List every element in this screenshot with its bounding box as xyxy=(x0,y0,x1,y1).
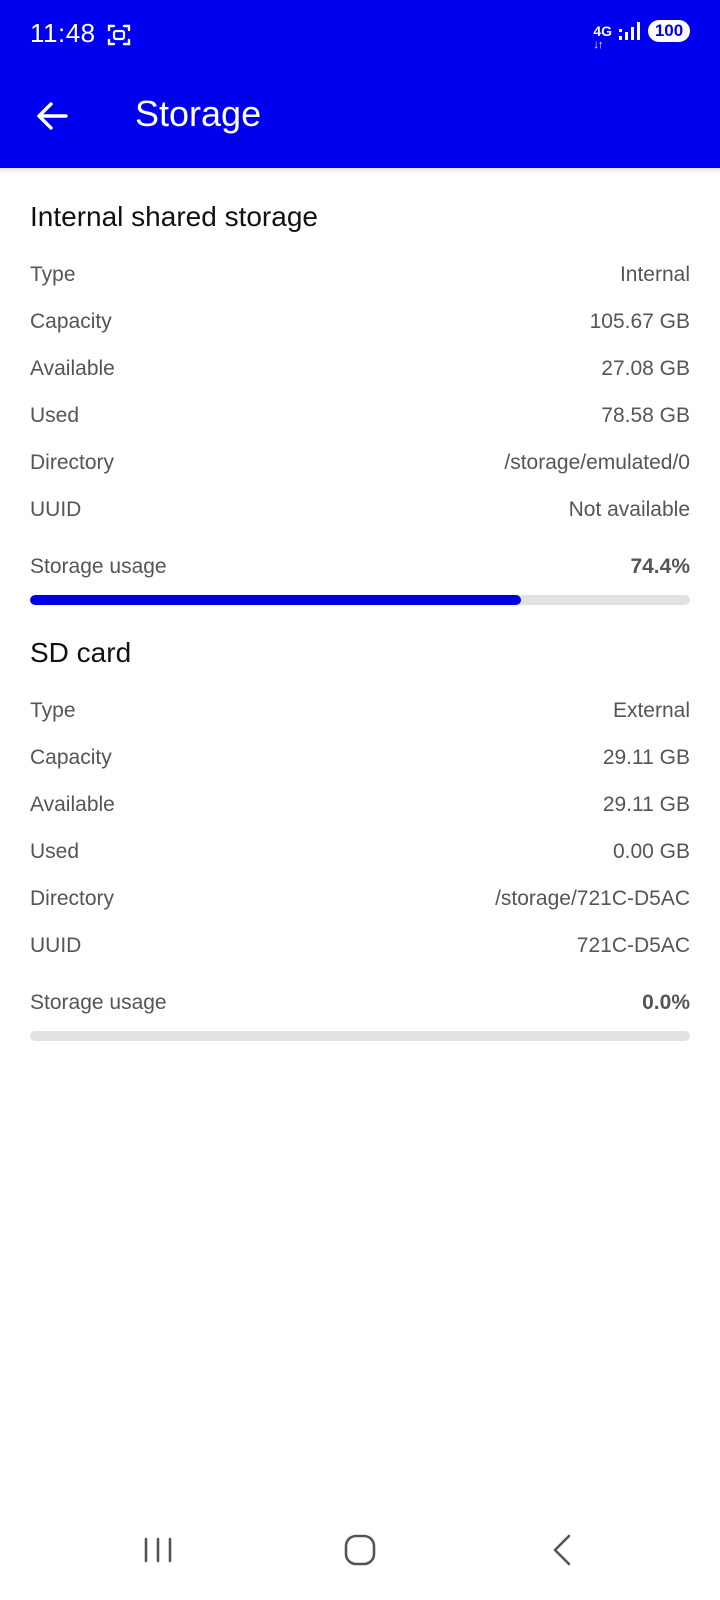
detail-row-type: Type Internal xyxy=(30,251,690,298)
row-label: Used xyxy=(30,403,80,427)
internal-storage-section: Internal shared storage Type Internal Ca… xyxy=(30,189,690,605)
detail-row-used: Used 0.00 GB xyxy=(30,828,690,875)
detail-row-uuid: UUID Not available xyxy=(30,486,690,533)
row-value: External xyxy=(612,698,690,722)
row-value: /storage/emulated/0 xyxy=(504,450,690,474)
toolbar-shadow xyxy=(0,168,720,174)
row-label: Type xyxy=(30,262,76,286)
row-value: Internal xyxy=(619,262,690,286)
usage-label: Storage usage xyxy=(30,555,167,578)
page-title: Storage xyxy=(135,93,262,134)
row-value: 78.58 GB xyxy=(601,403,690,427)
storage-details: Type Internal Capacity 105.67 GB Availab… xyxy=(30,251,690,533)
network-type: 4G ↓↑ xyxy=(593,23,612,51)
row-label: Available xyxy=(30,792,115,816)
row-label: Used xyxy=(30,839,80,863)
detail-row-capacity: Capacity 29.11 GB xyxy=(30,734,690,781)
home-button[interactable] xyxy=(330,1522,390,1578)
sd-card-section: SD card Type External Capacity 29.11 GB … xyxy=(30,625,690,1041)
row-value: 27.08 GB xyxy=(601,356,690,380)
back-chevron-icon xyxy=(553,1534,571,1566)
storage-details: Type External Capacity 29.11 GB Availabl… xyxy=(30,687,690,969)
recents-button[interactable] xyxy=(128,1522,188,1578)
row-value: Not available xyxy=(568,497,690,521)
row-label: Capacity xyxy=(30,745,112,769)
network-type-label: 4G xyxy=(593,23,612,39)
section-title: Internal shared storage xyxy=(30,201,318,232)
status-time: 11:48 xyxy=(30,18,96,48)
nav-back-button[interactable] xyxy=(532,1522,592,1578)
screenshot-icon xyxy=(107,24,131,46)
row-label: Capacity xyxy=(30,309,112,333)
usage-label: Storage usage xyxy=(30,991,167,1014)
row-label: Directory xyxy=(30,886,115,910)
storage-usage-row: Storage usage 74.4% xyxy=(30,547,690,587)
recents-icon xyxy=(144,1537,172,1563)
data-arrows-icon: ↓↑ xyxy=(593,39,603,51)
storage-usage-row: Storage usage 0.0% xyxy=(30,983,690,1023)
row-value: 721C-D5AC xyxy=(576,933,690,957)
storage-usage-bar xyxy=(30,1031,690,1041)
status-icons: 4G ↓↑ 100 xyxy=(593,20,690,51)
detail-row-capacity: Capacity 105.67 GB xyxy=(30,298,690,345)
system-nav-bar xyxy=(0,1500,720,1600)
row-value: 105.67 GB xyxy=(589,309,690,333)
detail-row-available: Available 29.11 GB xyxy=(30,781,690,828)
row-label: Available xyxy=(30,356,115,380)
row-label: Type xyxy=(30,698,76,722)
battery-indicator: 100 xyxy=(648,20,690,42)
row-value: /storage/721C-D5AC xyxy=(495,886,690,910)
detail-row-available: Available 27.08 GB xyxy=(30,345,690,392)
section-title: SD card xyxy=(30,637,132,668)
back-arrow-icon[interactable] xyxy=(32,96,72,136)
row-label: Directory xyxy=(30,450,115,474)
storage-usage-bar xyxy=(30,595,690,605)
row-value: 29.11 GB xyxy=(602,792,690,816)
row-label: UUID xyxy=(30,933,82,957)
usage-percent: 74.4% xyxy=(630,555,690,578)
storage-usage-fill xyxy=(30,595,522,605)
signal-icon xyxy=(619,22,640,40)
home-icon xyxy=(344,1534,376,1566)
detail-row-uuid: UUID 721C-D5AC xyxy=(30,922,690,969)
detail-row-directory: Directory /storage/emulated/0 xyxy=(30,439,690,486)
app-bar: 11:48 4G ↓↑ 100 Storage xyxy=(0,0,720,168)
detail-row-type: Type External xyxy=(30,687,690,734)
detail-row-directory: Directory /storage/721C-D5AC xyxy=(30,875,690,922)
row-value: 0.00 GB xyxy=(612,839,690,863)
row-label: UUID xyxy=(30,497,82,521)
row-value: 29.11 GB xyxy=(602,745,690,769)
usage-percent: 0.0% xyxy=(642,991,690,1014)
detail-row-used: Used 78.58 GB xyxy=(30,392,690,439)
